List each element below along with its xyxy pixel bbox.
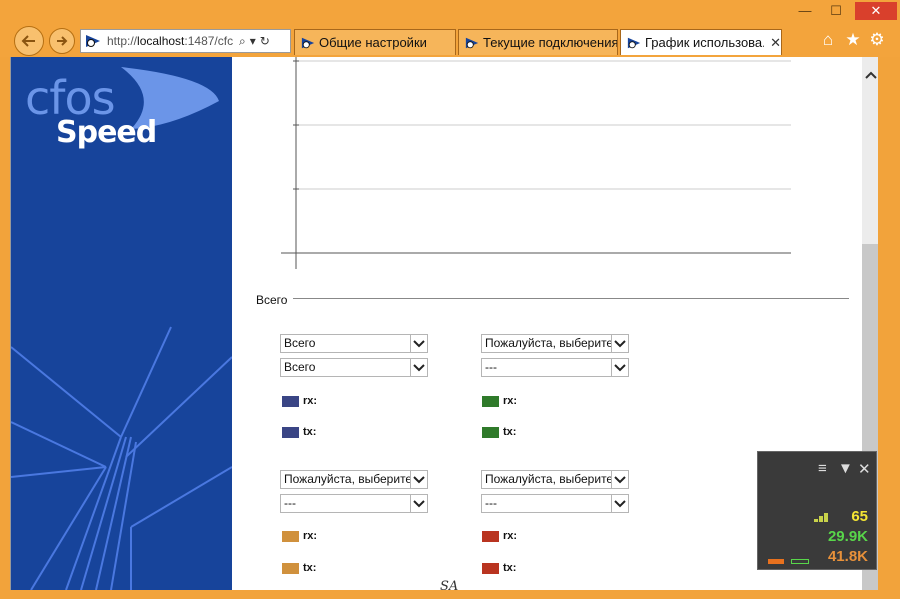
settings-gear-icon[interactable]: ⚙ xyxy=(867,30,887,50)
legend-group2-rx: rx: xyxy=(482,395,517,407)
legend-label: tx: xyxy=(503,562,517,574)
legend-group1-rx: rx: xyxy=(282,395,317,407)
back-button[interactable] xyxy=(14,26,44,56)
select-group1-interface[interactable]: Всего xyxy=(280,334,428,353)
ping-value: 65 xyxy=(851,508,868,525)
tab-label: Текущие подключения xyxy=(483,35,617,50)
legend-swatch xyxy=(482,426,499,438)
site-favicon-icon xyxy=(86,35,100,47)
legend-swatch xyxy=(282,395,299,407)
minimize-button[interactable]: — xyxy=(793,2,817,20)
sidebar: cfos Speed xyxy=(11,57,232,590)
legend-swatch xyxy=(482,395,499,407)
select-group3-connection[interactable]: --- xyxy=(280,494,428,513)
upload-bar xyxy=(768,559,784,564)
address-url[interactable]: http://localhost:1487/cfc xyxy=(107,34,235,48)
select-group2-connection[interactable]: --- xyxy=(481,358,629,377)
legend-swatch xyxy=(282,530,299,542)
tab-label: График использова... xyxy=(645,35,765,50)
legend-label: rx: xyxy=(303,395,318,407)
scroll-up-icon[interactable] xyxy=(862,67,878,83)
tab-label: Общие настройки xyxy=(319,35,427,50)
forward-button[interactable] xyxy=(49,28,75,54)
upload-rate: 41.8K xyxy=(827,548,868,565)
select-group4-connection[interactable]: --- xyxy=(481,494,629,513)
legend-label: rx: xyxy=(503,530,518,542)
close-window-button[interactable]: ✕ xyxy=(855,2,897,20)
select-group3-interface[interactable]: Пожалуйста, выберите xyxy=(280,470,428,489)
menu-icon[interactable]: ≡ xyxy=(818,460,827,477)
cfos-speed-widget[interactable]: ≡ ▼ ✕ 65 29.9K 41.8K xyxy=(757,451,877,570)
signal-icon xyxy=(814,513,828,522)
arrow-left-icon xyxy=(21,35,35,47)
chevron-down-icon xyxy=(611,495,628,512)
legend-group1-tx: tx: xyxy=(282,426,316,438)
select-group4-interface[interactable]: Пожалуйста, выберите xyxy=(481,470,629,489)
chevron-down-icon xyxy=(410,335,427,352)
download-rate: 29.9K xyxy=(827,528,868,545)
page-viewport: cfos Speed Всего Всего Всего rx: tx: Пож… xyxy=(10,57,878,590)
chevron-down-icon xyxy=(410,495,427,512)
home-icon[interactable]: ⌂ xyxy=(818,30,838,50)
favorites-star-icon[interactable]: ★ xyxy=(843,30,863,50)
tab-favicon-icon xyxy=(301,37,315,48)
tab-general-settings[interactable]: Общие настройки xyxy=(294,29,456,55)
chevron-down-icon xyxy=(611,471,628,488)
browser-toolbar: — ☐ ✕ http://localhost:1487/cfc ⌕ ▾ ↻ Об… xyxy=(0,0,900,57)
legend-group3-rx: rx: xyxy=(282,530,317,542)
legend-group2-tx: tx: xyxy=(482,426,516,438)
tab-current-connections[interactable]: Текущие подключения xyxy=(458,29,618,55)
legend-swatch xyxy=(482,530,499,542)
select-group1-connection[interactable]: Всего xyxy=(280,358,428,377)
chevron-down-icon xyxy=(611,335,628,352)
chevron-down-icon xyxy=(410,471,427,488)
maximize-button[interactable]: ☐ xyxy=(824,2,848,20)
select-group2-interface[interactable]: Пожалуйста, выберите xyxy=(481,334,629,353)
tab-favicon-icon xyxy=(627,37,641,48)
legend-label: rx: xyxy=(303,530,318,542)
download-bar xyxy=(791,559,809,564)
chevron-down-icon xyxy=(611,359,628,376)
legend-swatch xyxy=(482,562,499,574)
chevron-down-icon xyxy=(410,359,427,376)
section-divider xyxy=(293,298,849,299)
legend-swatch xyxy=(282,562,299,574)
legend-label: tx: xyxy=(303,562,317,574)
dropdown-icon[interactable]: ▾ xyxy=(250,34,256,48)
legend-group4-tx: tx: xyxy=(482,562,516,574)
address-bar[interactable]: http://localhost:1487/cfc ⌕ ▾ ↻ xyxy=(80,29,291,53)
refresh-icon[interactable]: ↻ xyxy=(260,34,270,48)
section-title: Всего xyxy=(256,293,288,307)
logo-speed-text: Speed xyxy=(56,115,157,150)
collapse-triangle-icon[interactable]: ▼ xyxy=(838,460,853,477)
tab-usage-graph[interactable]: График использова... ✕ xyxy=(620,29,782,55)
usage-chart xyxy=(281,57,791,269)
legend-group4-rx: rx: xyxy=(482,530,517,542)
tab-favicon-icon xyxy=(465,37,479,48)
tab-close-icon[interactable]: ✕ xyxy=(770,35,781,51)
close-icon[interactable]: ✕ xyxy=(858,460,871,478)
arrow-right-icon xyxy=(57,36,68,46)
legend-group3-tx: tx: xyxy=(282,562,316,574)
legend-label: rx: xyxy=(503,395,518,407)
legend-label: tx: xyxy=(303,426,317,438)
status-badge: SA xyxy=(440,579,459,594)
legend-label: tx: xyxy=(503,426,517,438)
legend-swatch xyxy=(282,426,299,438)
search-icon[interactable]: ⌕ xyxy=(239,34,246,49)
